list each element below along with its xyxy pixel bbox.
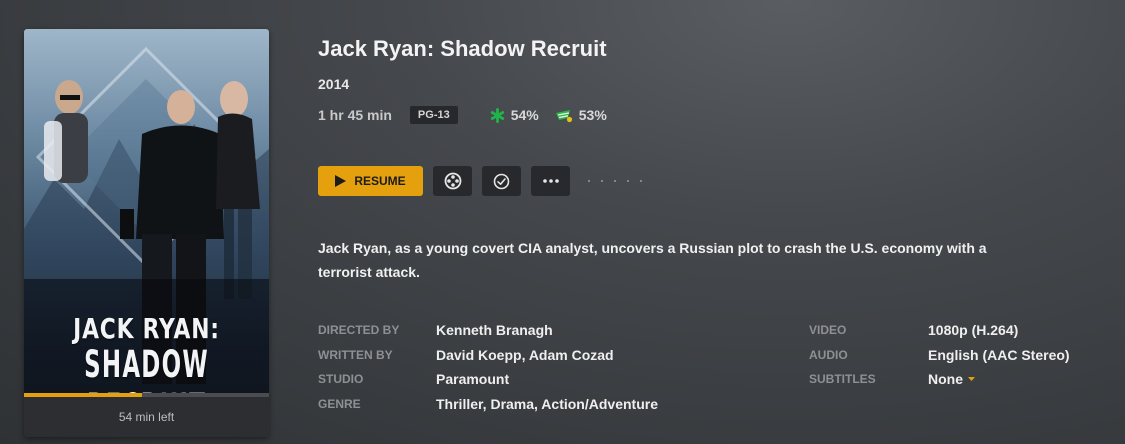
play-icon xyxy=(335,175,347,187)
subtitles-row: SUBTITLES None xyxy=(809,367,1070,392)
mark-watched-button[interactable] xyxy=(482,166,521,196)
time-left-label: 54 min left xyxy=(118,410,175,424)
action-buttons: RESUME xyxy=(318,166,653,196)
directed-by-row: DIRECTED BY Kenneth Branagh xyxy=(318,318,658,343)
resume-label: RESUME xyxy=(354,174,406,188)
media-info-list: VIDEO 1080p (H.264) AUDIO English (AAC S… xyxy=(809,318,1070,392)
resume-button[interactable]: RESUME xyxy=(318,166,423,196)
caret-down-icon xyxy=(968,377,975,382)
watch-progress-bar xyxy=(24,393,269,397)
watch-progress-fill xyxy=(24,393,142,397)
runtime: 1 hr 45 min xyxy=(318,107,392,123)
check-circle-icon xyxy=(493,173,510,189)
video-row: VIDEO 1080p (H.264) xyxy=(809,318,1070,343)
written-by-label: WRITTEN BY xyxy=(318,347,393,362)
critic-rating: 54% xyxy=(490,107,539,123)
rating-stars-placeholder[interactable] xyxy=(588,180,653,182)
directed-by-label: DIRECTED BY xyxy=(318,323,400,338)
critic-score: 54% xyxy=(510,107,539,123)
audio-row: AUDIO English (AAC Stereo) xyxy=(809,343,1070,368)
meta-row: 1 hr 45 min PG-13 54% 53% xyxy=(318,105,607,125)
film-reel-icon xyxy=(444,172,461,190)
subtitles-label: SUBTITLES xyxy=(809,372,876,387)
video-label: VIDEO xyxy=(809,323,847,338)
written-by-row: WRITTEN BY David Koepp, Adam Cozad xyxy=(318,343,658,368)
movie-summary: Jack Ryan, as a young covert CIA analyst… xyxy=(318,240,987,280)
genre-label: GENRE xyxy=(318,396,361,411)
poster-card[interactable]: JACK RYAN: SHADOW RECRUIT 54 min left xyxy=(24,29,269,437)
movie-title: Jack Ryan: Shadow Recruit xyxy=(318,36,607,61)
writers-link[interactable]: David Koepp, Adam Cozad xyxy=(436,347,614,363)
subtitles-value: None xyxy=(928,371,963,388)
splat-icon xyxy=(490,107,504,123)
ellipsis-icon xyxy=(542,179,559,183)
movie-poster[interactable]: JACK RYAN: SHADOW RECRUIT xyxy=(24,29,269,393)
more-options-button[interactable] xyxy=(531,166,570,196)
audience-rating: 53% xyxy=(555,107,607,123)
release-year: 2014 xyxy=(318,76,350,92)
video-value: 1080p (H.264) xyxy=(928,322,1019,339)
credits-list: DIRECTED BY Kenneth Branagh WRITTEN BY D… xyxy=(318,318,658,416)
subtitles-dropdown[interactable]: None xyxy=(928,371,975,387)
genre-links[interactable]: Thriller, Drama, Action/Adventure xyxy=(436,396,658,412)
studio-label: STUDIO xyxy=(318,372,364,387)
poster-title-line2: SHADOW RECRUIT xyxy=(84,343,209,393)
genre-row: GENRE Thriller, Drama, Action/Adventure xyxy=(318,392,658,417)
audience-score: 53% xyxy=(578,107,607,123)
poster-title-line1: JACK RYAN: xyxy=(73,312,220,345)
audio-label: AUDIO xyxy=(809,347,848,362)
studio-link[interactable]: Paramount xyxy=(436,371,509,387)
studio-row: STUDIO Paramount xyxy=(318,367,658,392)
audio-value[interactable]: English (AAC Stereo) xyxy=(928,347,1070,363)
director-link[interactable]: Kenneth Branagh xyxy=(436,322,553,338)
content-rating-badge: PG-13 xyxy=(409,106,458,124)
popcorn-bucket-icon xyxy=(555,109,572,122)
trailer-button[interactable] xyxy=(433,166,472,196)
